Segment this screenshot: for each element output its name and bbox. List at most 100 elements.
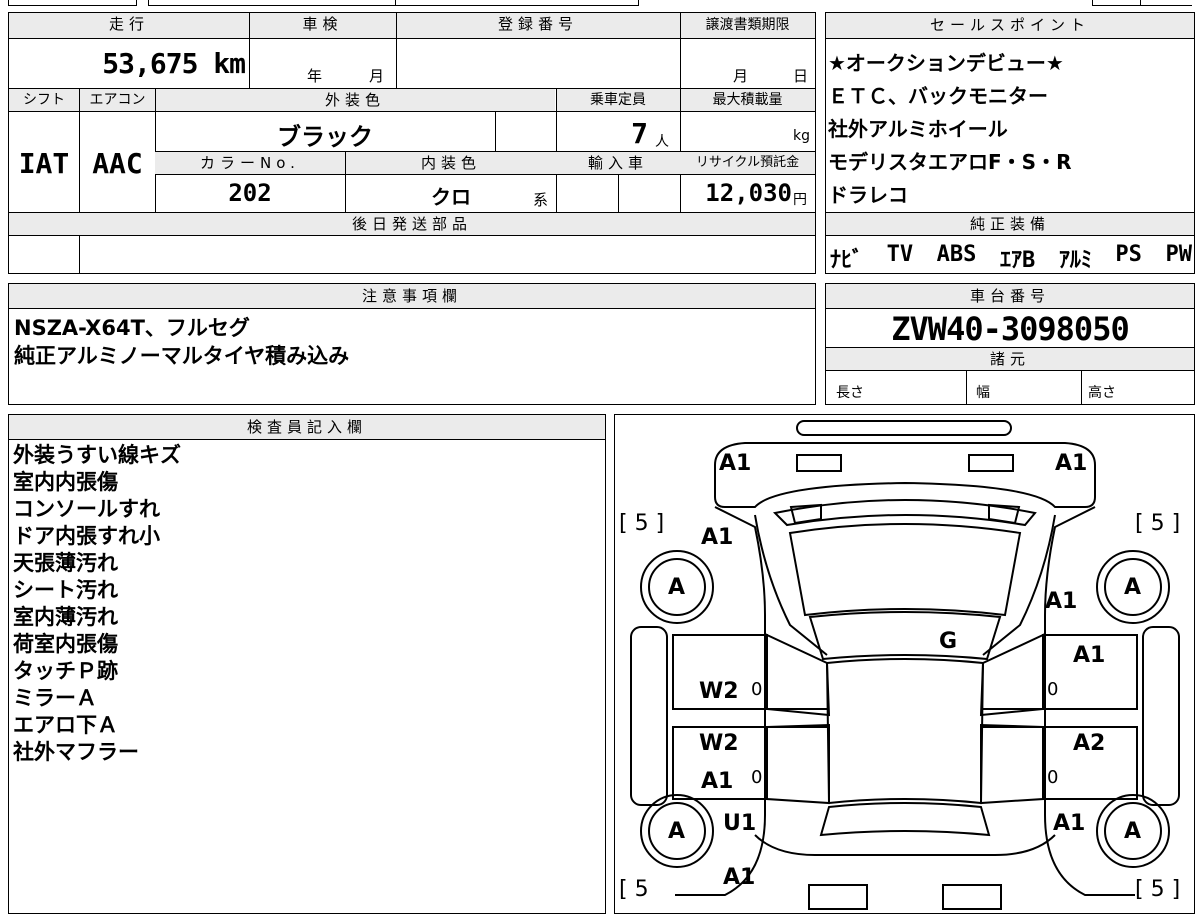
inspector-lines: 外装うすい線キズ 室内内張傷 コンソールすれ ドア内張すれ小 天張薄汚れ シート… [13, 442, 181, 766]
recycle-label: リサイクル預託金 [680, 152, 815, 174]
color-no-value: 202 [228, 179, 272, 207]
exterior-color-value: ブラック [277, 123, 373, 151]
genuine-item: ｱﾙﾐ [1058, 248, 1092, 273]
genuine-item: ABS [936, 242, 977, 267]
rear-bumper-left [808, 884, 868, 910]
front-body [714, 442, 1096, 508]
capacity-value: 7 [631, 117, 648, 150]
genuine-item: ｴｱB [1000, 248, 1036, 273]
inspector-line: 外装うすい線キズ [13, 443, 181, 467]
genuine-item: ﾅﾋﾞ [830, 248, 864, 273]
recycle-unit: 円 [793, 192, 807, 208]
chassis-value: ZVW40-3098050 [891, 310, 1129, 348]
transfer-label: 譲渡書類期限 [680, 13, 815, 38]
body-right [1044, 506, 1135, 896]
inspector-line: 天張薄汚れ [13, 551, 118, 575]
rear-door-left-window [766, 723, 830, 805]
roof [825, 658, 985, 805]
vehicle-info-table: 走行 車検 登録番号 譲渡書類期限 53,675 km 年 月 月 日 シフト … [8, 12, 816, 274]
label-front-door-left-zero: 0 [751, 679, 763, 700]
sales-line: ★オークションデビュー★ [828, 51, 1064, 75]
chassis-box: 車台番号 ZVW40-3098050 諸元 長さ 幅 高さ [825, 283, 1195, 405]
notes-box: 注意事項欄 NSZA-X64T、フルセグ 純正アルミノーマルタイヤ積み込み [8, 283, 816, 405]
interior-color-label: 内装色 [346, 152, 556, 174]
capacity-unit: 人 [655, 134, 669, 150]
label-front-right: A1 [1055, 451, 1088, 476]
inspector-line: 荷室内張傷 [13, 632, 118, 656]
headlight-right [968, 454, 1014, 472]
inspector-line: 室内薄汚れ [13, 605, 118, 629]
side-right [1142, 626, 1180, 806]
label-rear-door-right-zero: 0 [1047, 767, 1059, 788]
sales-points-box: セールスポイント ★オークションデビュー★ ＥＴＣ、バックモニター 社外アルミホ… [825, 12, 1195, 274]
width-label: 幅 [976, 385, 990, 401]
shift-label: シフト [9, 89, 79, 111]
inspection-year: 年 [307, 67, 323, 85]
sales-line: ドラレコ [828, 183, 908, 207]
label-tire-rr: A [1124, 819, 1142, 844]
genuine-item: TV [886, 242, 914, 267]
bracket-top-right: [ 5 ] [1135, 511, 1181, 536]
inspection-label: 車検 [249, 13, 396, 38]
later-parts-label: 後日発送部品 [9, 213, 815, 235]
label-rear-right: A1 [1053, 811, 1086, 836]
label-tire-fl: A [668, 575, 686, 600]
label-front-left: A1 [719, 451, 752, 476]
notes-line: NSZA-X64T、フルセグ [14, 316, 250, 340]
label-front-door-left: W2 [699, 679, 739, 704]
exterior-color-label: 外装色 [155, 89, 555, 111]
aircon-label: エアコン [80, 89, 155, 111]
notes-title: 注意事項欄 [9, 284, 815, 308]
car-diagram [630, 420, 1180, 910]
rear-door-right-window [980, 723, 1044, 805]
mileage-value: 53,675 km [102, 47, 246, 80]
inspector-line: エアロ下Ａ [13, 713, 118, 737]
recycle-value: 12,030 [705, 179, 792, 207]
genuine-item: PW [1165, 242, 1193, 267]
sales-lines: ★オークションデビュー★ ＥＴＣ、バックモニター 社外アルミホイール モデリスタ… [828, 47, 1071, 212]
max-load-label: 最大積載量 [680, 89, 815, 111]
inspector-line: コンソールすれ [13, 497, 160, 521]
spec-title: 諸元 [826, 348, 1194, 370]
bracket-bottom-right: [ 5 ] [1135, 877, 1181, 902]
interior-color-value: クロ [431, 185, 471, 209]
label-windshield: G [939, 629, 958, 654]
height-label: 高さ [1088, 385, 1116, 401]
label-rear-door-left-bottom: A1 [701, 769, 734, 794]
inspector-box: 検査員記入欄 外装うすい線キズ 室内内張傷 コンソールすれ ドア内張すれ小 天張… [8, 414, 606, 914]
genuine-item: PS [1115, 242, 1142, 267]
inspector-line: ミラーＡ [13, 686, 97, 710]
label-rear-door-left-top: W2 [699, 731, 739, 756]
length-label: 長さ [836, 385, 864, 401]
label-bottom-left: A1 [723, 865, 756, 890]
sales-line: 社外アルミホイール [828, 117, 1008, 141]
inspector-line: 室内内張傷 [13, 470, 118, 494]
registration-label: 登録番号 [396, 13, 680, 38]
shift-value: IAT [18, 147, 70, 180]
capacity-label: 乗車定員 [556, 89, 680, 111]
interior-color-suffix: 系 [533, 191, 549, 209]
windshield [788, 523, 1022, 617]
label-tire-rl: A [668, 819, 686, 844]
color-no-label: カラーNo. [155, 152, 345, 174]
bracket-bottom-left: [ 5 [619, 877, 649, 902]
import-label: 輸入車 [556, 152, 680, 174]
label-rear-door-left-zero: 0 [751, 767, 763, 788]
inspector-line: ドア内張すれ小 [13, 524, 160, 548]
label-fender-right: A1 [1045, 589, 1078, 614]
hood [772, 499, 1037, 527]
sales-line: モデリスタエアロF・S・R [828, 150, 1072, 174]
sales-line: ＥＴＣ、バックモニター [828, 84, 1048, 108]
car-diagram-box: A1 A1 [ 5 ] [ 5 ] A1 A1 A A G A1 W2 0 0 … [614, 414, 1195, 914]
inspector-line: シート汚れ [13, 578, 118, 602]
genuine-title: 純正装備 [826, 213, 1194, 235]
bracket-top-left: [ 5 ] [619, 511, 665, 536]
roof-front [808, 611, 1002, 661]
label-rear-door-right: A2 [1073, 731, 1106, 756]
label-fender-left: A1 [701, 525, 734, 550]
side-left [630, 626, 668, 806]
label-front-door-right: A1 [1073, 643, 1106, 668]
label-rear-left-u: U1 [723, 811, 757, 836]
inspector-title: 検査員記入欄 [9, 415, 605, 439]
transfer-month: 月 [733, 67, 749, 85]
